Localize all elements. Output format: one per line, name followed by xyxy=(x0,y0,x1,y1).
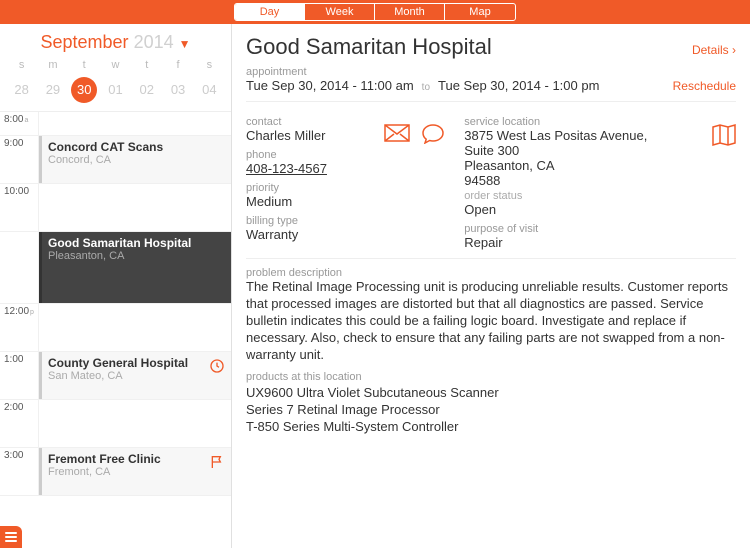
priority-value: Medium xyxy=(246,194,444,209)
time-label: 12:00 xyxy=(4,306,29,317)
order-status-value: Open xyxy=(464,202,736,217)
purpose-value: Repair xyxy=(464,235,736,250)
appt-end: Tue Sep 30, 2014 - 1:00 pm xyxy=(438,78,599,93)
product-item: T-850 Series Multi-System Controller xyxy=(246,419,736,434)
appointment-label: appointment xyxy=(246,66,736,78)
time-label: 9:00 xyxy=(4,138,23,149)
products-list: UX9600 Ultra Violet Subcutaneous Scanner… xyxy=(246,385,736,434)
tab-map[interactable]: Map xyxy=(445,4,515,20)
calendar-month: September xyxy=(40,32,128,52)
billing-label: billing type xyxy=(246,215,444,227)
tab-day[interactable]: Day xyxy=(235,4,305,20)
email-icon[interactable] xyxy=(384,124,410,144)
time-label: 1:00 xyxy=(4,354,23,365)
service-loc-label: service location xyxy=(464,116,736,128)
event-fremont[interactable]: Fremont Free Clinic Fremont, CA xyxy=(39,448,231,495)
date-cell[interactable]: 04 xyxy=(194,77,225,103)
time-label: 10:00 xyxy=(4,186,29,197)
date-cell[interactable]: 02 xyxy=(131,77,162,103)
chevron-down-icon: ▼ xyxy=(179,37,191,51)
problem-text: The Retinal Image Processing unit is pro… xyxy=(246,279,736,363)
product-item: Series 7 Retinal Image Processor xyxy=(246,402,736,417)
priority-label: priority xyxy=(246,182,444,194)
address-line: Pleasanton, CA xyxy=(464,158,736,173)
date-cell[interactable]: 29 xyxy=(37,77,68,103)
clock-icon xyxy=(209,358,225,374)
products-label: products at this location xyxy=(246,371,736,383)
order-status-label: order status xyxy=(464,190,736,202)
calendar-title[interactable]: September 2014 ▼ xyxy=(40,32,190,52)
details-link[interactable]: Details xyxy=(692,43,736,57)
date-row: 28 29 30 01 02 03 04 xyxy=(0,73,231,112)
day-of-week-row: s m t w t f s xyxy=(0,57,231,73)
timeline[interactable]: 8:00a 9:00 Concord CAT Scans Concord, CA… xyxy=(0,112,231,548)
appt-to: to xyxy=(422,82,430,93)
tab-month[interactable]: Month xyxy=(375,4,445,20)
map-icon[interactable] xyxy=(712,124,736,146)
phone-value[interactable]: 408-123-4567 xyxy=(246,161,444,176)
tab-week[interactable]: Week xyxy=(305,4,375,20)
reschedule-link[interactable]: Reschedule xyxy=(673,79,736,93)
problem-label: problem description xyxy=(246,267,736,279)
detail-title: Good Samaritan Hospital xyxy=(246,34,492,60)
calendar-year: 2014 xyxy=(134,32,174,52)
address-line: 94588 xyxy=(464,173,736,188)
time-label: 3:00 xyxy=(4,450,23,461)
purpose-label: purpose of visit xyxy=(464,223,736,235)
date-cell[interactable]: 01 xyxy=(100,77,131,103)
time-label: 2:00 xyxy=(4,402,23,413)
product-item: UX9600 Ultra Violet Subcutaneous Scanner xyxy=(246,385,736,400)
address-line: 3875 West Las Positas Avenue, xyxy=(464,128,736,143)
date-cell-selected[interactable]: 30 xyxy=(69,77,100,103)
event-county-general[interactable]: County General Hospital San Mateo, CA xyxy=(39,352,231,399)
phone-label: phone xyxy=(246,149,444,161)
date-cell[interactable]: 03 xyxy=(162,77,193,103)
event-concord[interactable]: Concord CAT Scans Concord, CA xyxy=(39,136,231,183)
view-segmented-control[interactable]: Day Week Month Map xyxy=(234,3,516,21)
address-line: Suite 300 xyxy=(464,143,736,158)
appt-start: Tue Sep 30, 2014 - 11:00 am xyxy=(246,78,414,93)
time-label: 8:00 xyxy=(4,114,23,125)
chat-icon[interactable] xyxy=(422,124,444,144)
flag-icon xyxy=(209,454,225,470)
date-cell[interactable]: 28 xyxy=(6,77,37,103)
billing-value: Warranty xyxy=(246,227,444,242)
menu-handle[interactable] xyxy=(0,526,22,548)
event-good-samaritan[interactable]: Good Samaritan Hospital Pleasanton, CA xyxy=(39,232,231,303)
